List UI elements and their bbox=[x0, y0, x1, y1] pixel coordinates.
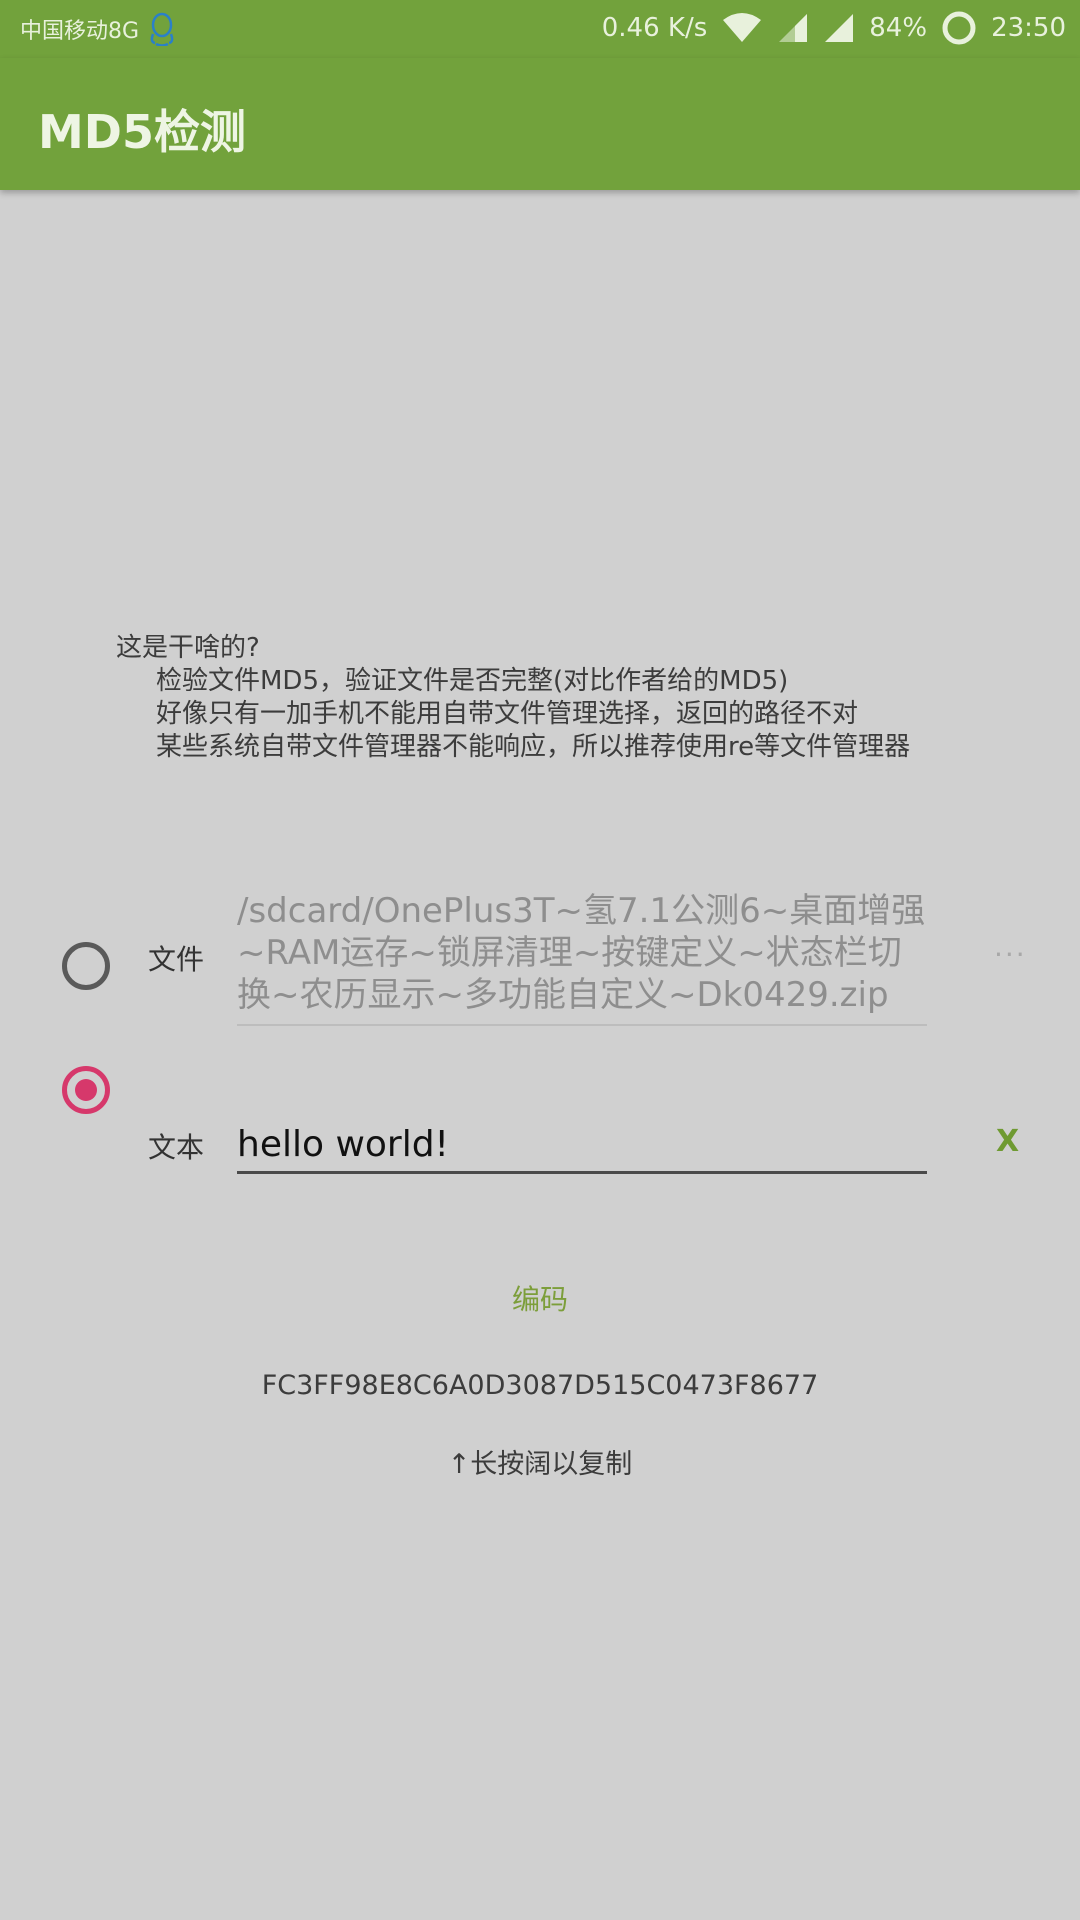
description-question: 这是干啥的? bbox=[116, 633, 260, 663]
status-left: 中国移动8G bbox=[20, 12, 177, 46]
text-radio-button[interactable] bbox=[62, 1066, 110, 1114]
signal-icon bbox=[779, 14, 808, 42]
wifi-icon bbox=[723, 13, 762, 42]
app-toolbar: MD5检测 bbox=[0, 58, 1080, 190]
signal-icon bbox=[825, 14, 854, 42]
clock: 23:50 bbox=[991, 13, 1066, 43]
file-path-field[interactable]: /sdcard/OnePlus3T~氢7.1公测6~桌面增强~RAM运存~锁屏清… bbox=[237, 890, 927, 1026]
status-right: 0.46 K/s 84% 23:50 bbox=[602, 10, 1066, 46]
more-icon[interactable]: ··· bbox=[994, 938, 1027, 971]
clear-text-button[interactable]: X bbox=[996, 1124, 1019, 1159]
file-label: 文件 bbox=[148, 943, 205, 976]
file-radio-button[interactable] bbox=[62, 942, 110, 990]
description-line: 某些系统自带文件管理器不能响应，所以推荐使用re等文件管理器 bbox=[156, 732, 911, 762]
description-line: 好像只有一加手机不能用自带文件管理选择，返回的路径不对 bbox=[156, 699, 859, 729]
battery-percent: 84% bbox=[869, 13, 928, 43]
qq-icon bbox=[150, 12, 174, 46]
text-label: 文本 bbox=[148, 1131, 205, 1164]
battery-ring-icon bbox=[942, 11, 976, 45]
encode-button[interactable]: 编码 bbox=[480, 1278, 600, 1318]
status-bar: 中国移动8G 0.46 K/s 84% 23:50 bbox=[0, 0, 1080, 58]
copy-hint: ↑长按阔以复制 bbox=[447, 1449, 633, 1480]
description: 这是干啥的? 检验文件MD5，验证文件是否完整(对比作者给的MD5) 好像只有一… bbox=[116, 632, 1016, 764]
carrier-label: 中国移动8G bbox=[20, 19, 140, 44]
md5-result[interactable]: FC3FF98E8C6A0D3087D515C0473F8677 bbox=[0, 1370, 1080, 1401]
network-speed: 0.46 K/s bbox=[601, 13, 708, 43]
page-title: MD5检测 bbox=[38, 105, 246, 159]
text-input[interactable] bbox=[237, 1118, 927, 1174]
description-line: 检验文件MD5，验证文件是否完整(对比作者给的MD5) bbox=[156, 666, 789, 696]
